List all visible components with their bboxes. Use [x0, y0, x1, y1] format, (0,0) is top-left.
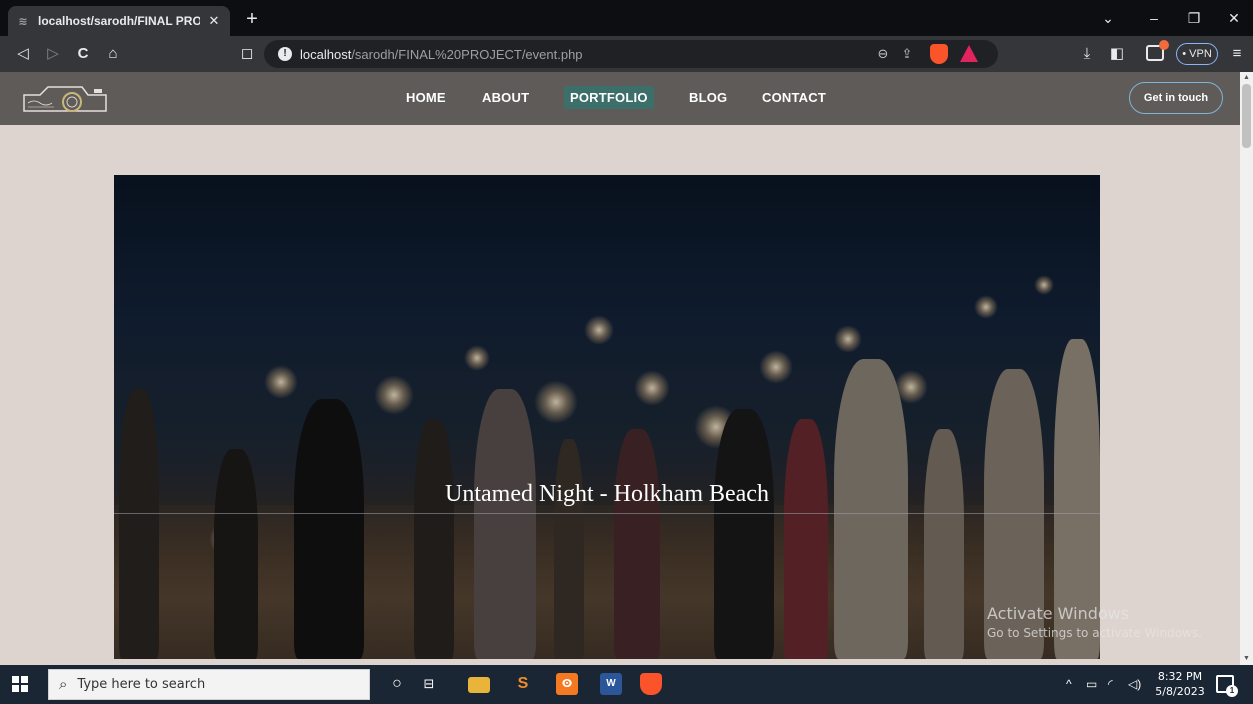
zoom-icon[interactable]: ⊖	[872, 43, 894, 65]
nav-home-link[interactable]: HOME	[406, 90, 446, 105]
scrollbar-thumb[interactable]	[1242, 84, 1251, 148]
notification-count-badge: 1	[1226, 685, 1238, 697]
reload-icon[interactable]: C	[72, 43, 94, 65]
download-icon[interactable]: ⤓	[1076, 43, 1098, 65]
notification-center-icon[interactable]: 1	[1216, 675, 1238, 697]
minimize-icon[interactable]: –	[1136, 6, 1172, 30]
menu-icon[interactable]: ≡	[1226, 43, 1248, 65]
hero-caption: Untamed Night - Holkham Beach	[445, 481, 769, 507]
browser-tab-strip: ≋ localhost/sarodh/FINAL PROJECT ✕ + ⌄ –…	[0, 0, 1253, 36]
site-navbar: HOME ABOUT PORTFOLIO BLOG CONTACT Get in…	[0, 72, 1240, 125]
brave-rewards-icon[interactable]	[960, 45, 978, 62]
tab-title: localhost/sarodh/FINAL PROJECT	[38, 14, 200, 28]
page-scrollbar[interactable]: ▲ ▼	[1240, 72, 1253, 665]
wallet-icon[interactable]	[1146, 40, 1169, 61]
url-host: localhost	[300, 46, 352, 62]
clock-time: 8:32 PM	[1157, 670, 1203, 683]
task-view-icon[interactable]: ⊟	[418, 673, 440, 695]
volume-icon[interactable]: ◁)	[1128, 677, 1141, 691]
clock-date: 5/8/2023	[1155, 685, 1205, 698]
forward-icon[interactable]: ▷	[42, 43, 64, 65]
windows-taskbar: ⌕ Type here to search ○ ⊟ S ⵙ W ^ ▭ ◜ ◁)…	[0, 665, 1253, 704]
url-path: /sarodh/FINAL%20PROJECT/event.php	[351, 46, 583, 62]
battery-icon[interactable]: ▭	[1086, 677, 1097, 691]
nav-contact-link[interactable]: CONTACT	[762, 90, 826, 105]
scroll-up-arrow-icon[interactable]: ▲	[1240, 72, 1253, 84]
browser-tab-active[interactable]: ≋ localhost/sarodh/FINAL PROJECT ✕	[8, 6, 230, 36]
camera-logo-icon[interactable]	[20, 81, 110, 115]
wifi-icon[interactable]: ◜	[1108, 677, 1113, 691]
hero-image: Untamed Night - Holkham Beach	[114, 175, 1100, 659]
watermark-title: Activate Windows	[987, 604, 1130, 623]
brave-browser-icon[interactable]	[640, 673, 662, 695]
share-icon[interactable]: ⇪	[896, 43, 918, 65]
word-icon[interactable]: W	[600, 673, 622, 695]
scroll-down-arrow-icon[interactable]: ▼	[1240, 653, 1253, 665]
tray-chevron-icon[interactable]: ^	[1066, 677, 1072, 691]
back-icon[interactable]: ◁	[12, 43, 34, 65]
home-icon[interactable]: ⌂	[102, 43, 124, 65]
file-explorer-icon[interactable]	[468, 677, 490, 693]
address-bar[interactable]: ! localhost /sarodh/FINAL%20PROJECT/even…	[264, 40, 998, 68]
wifi-favicon-icon: ≋	[18, 15, 28, 28]
page-viewport: HOME ABOUT PORTFOLIO BLOG CONTACT Get in…	[0, 72, 1240, 665]
xampp-icon[interactable]: ⵙ	[556, 673, 578, 695]
new-tab-button[interactable]: +	[238, 6, 266, 32]
brave-shields-icon[interactable]	[930, 44, 948, 64]
hero-divider-line	[114, 513, 1100, 514]
window-close-icon[interactable]: ✕	[1216, 6, 1252, 30]
vpn-button[interactable]: • VPN	[1176, 43, 1218, 65]
windows-start-icon[interactable]	[12, 676, 28, 692]
search-icon: ⌕	[59, 676, 68, 693]
nav-blog-link[interactable]: BLOG	[689, 90, 727, 105]
nav-portfolio-link[interactable]: PORTFOLIO	[564, 86, 654, 109]
get-in-touch-button[interactable]: Get in touch	[1129, 82, 1223, 114]
site-info-icon[interactable]: !	[278, 47, 292, 61]
sidebar-icon[interactable]: ◧	[1106, 43, 1128, 65]
browser-toolbar: ◁ ▷ C ⌂ ◻ ! localhost /sarodh/FINAL%20PR…	[0, 36, 1253, 72]
tab-close-icon[interactable]: ✕	[206, 13, 222, 29]
cortana-icon[interactable]: ○	[386, 673, 408, 695]
hero-dark-overlay	[114, 175, 1100, 659]
search-placeholder: Type here to search	[77, 677, 206, 692]
tab-search-dropdown-icon[interactable]: ⌄	[1090, 6, 1126, 30]
watermark-subtitle: Go to Settings to activate Windows.	[987, 626, 1202, 640]
taskbar-clock[interactable]: 8:32 PM 5/8/2023	[1150, 669, 1210, 699]
wallet-notification-dot	[1159, 40, 1169, 50]
sublime-text-icon[interactable]: S	[512, 673, 534, 695]
restore-icon[interactable]: ❐	[1176, 6, 1212, 30]
activate-windows-watermark: Activate Windows Go to Settings to activ…	[987, 604, 1202, 640]
nav-about-link[interactable]: ABOUT	[482, 90, 529, 105]
taskbar-search-box[interactable]: ⌕ Type here to search	[48, 669, 370, 700]
bookmark-icon[interactable]: ◻	[236, 43, 258, 65]
